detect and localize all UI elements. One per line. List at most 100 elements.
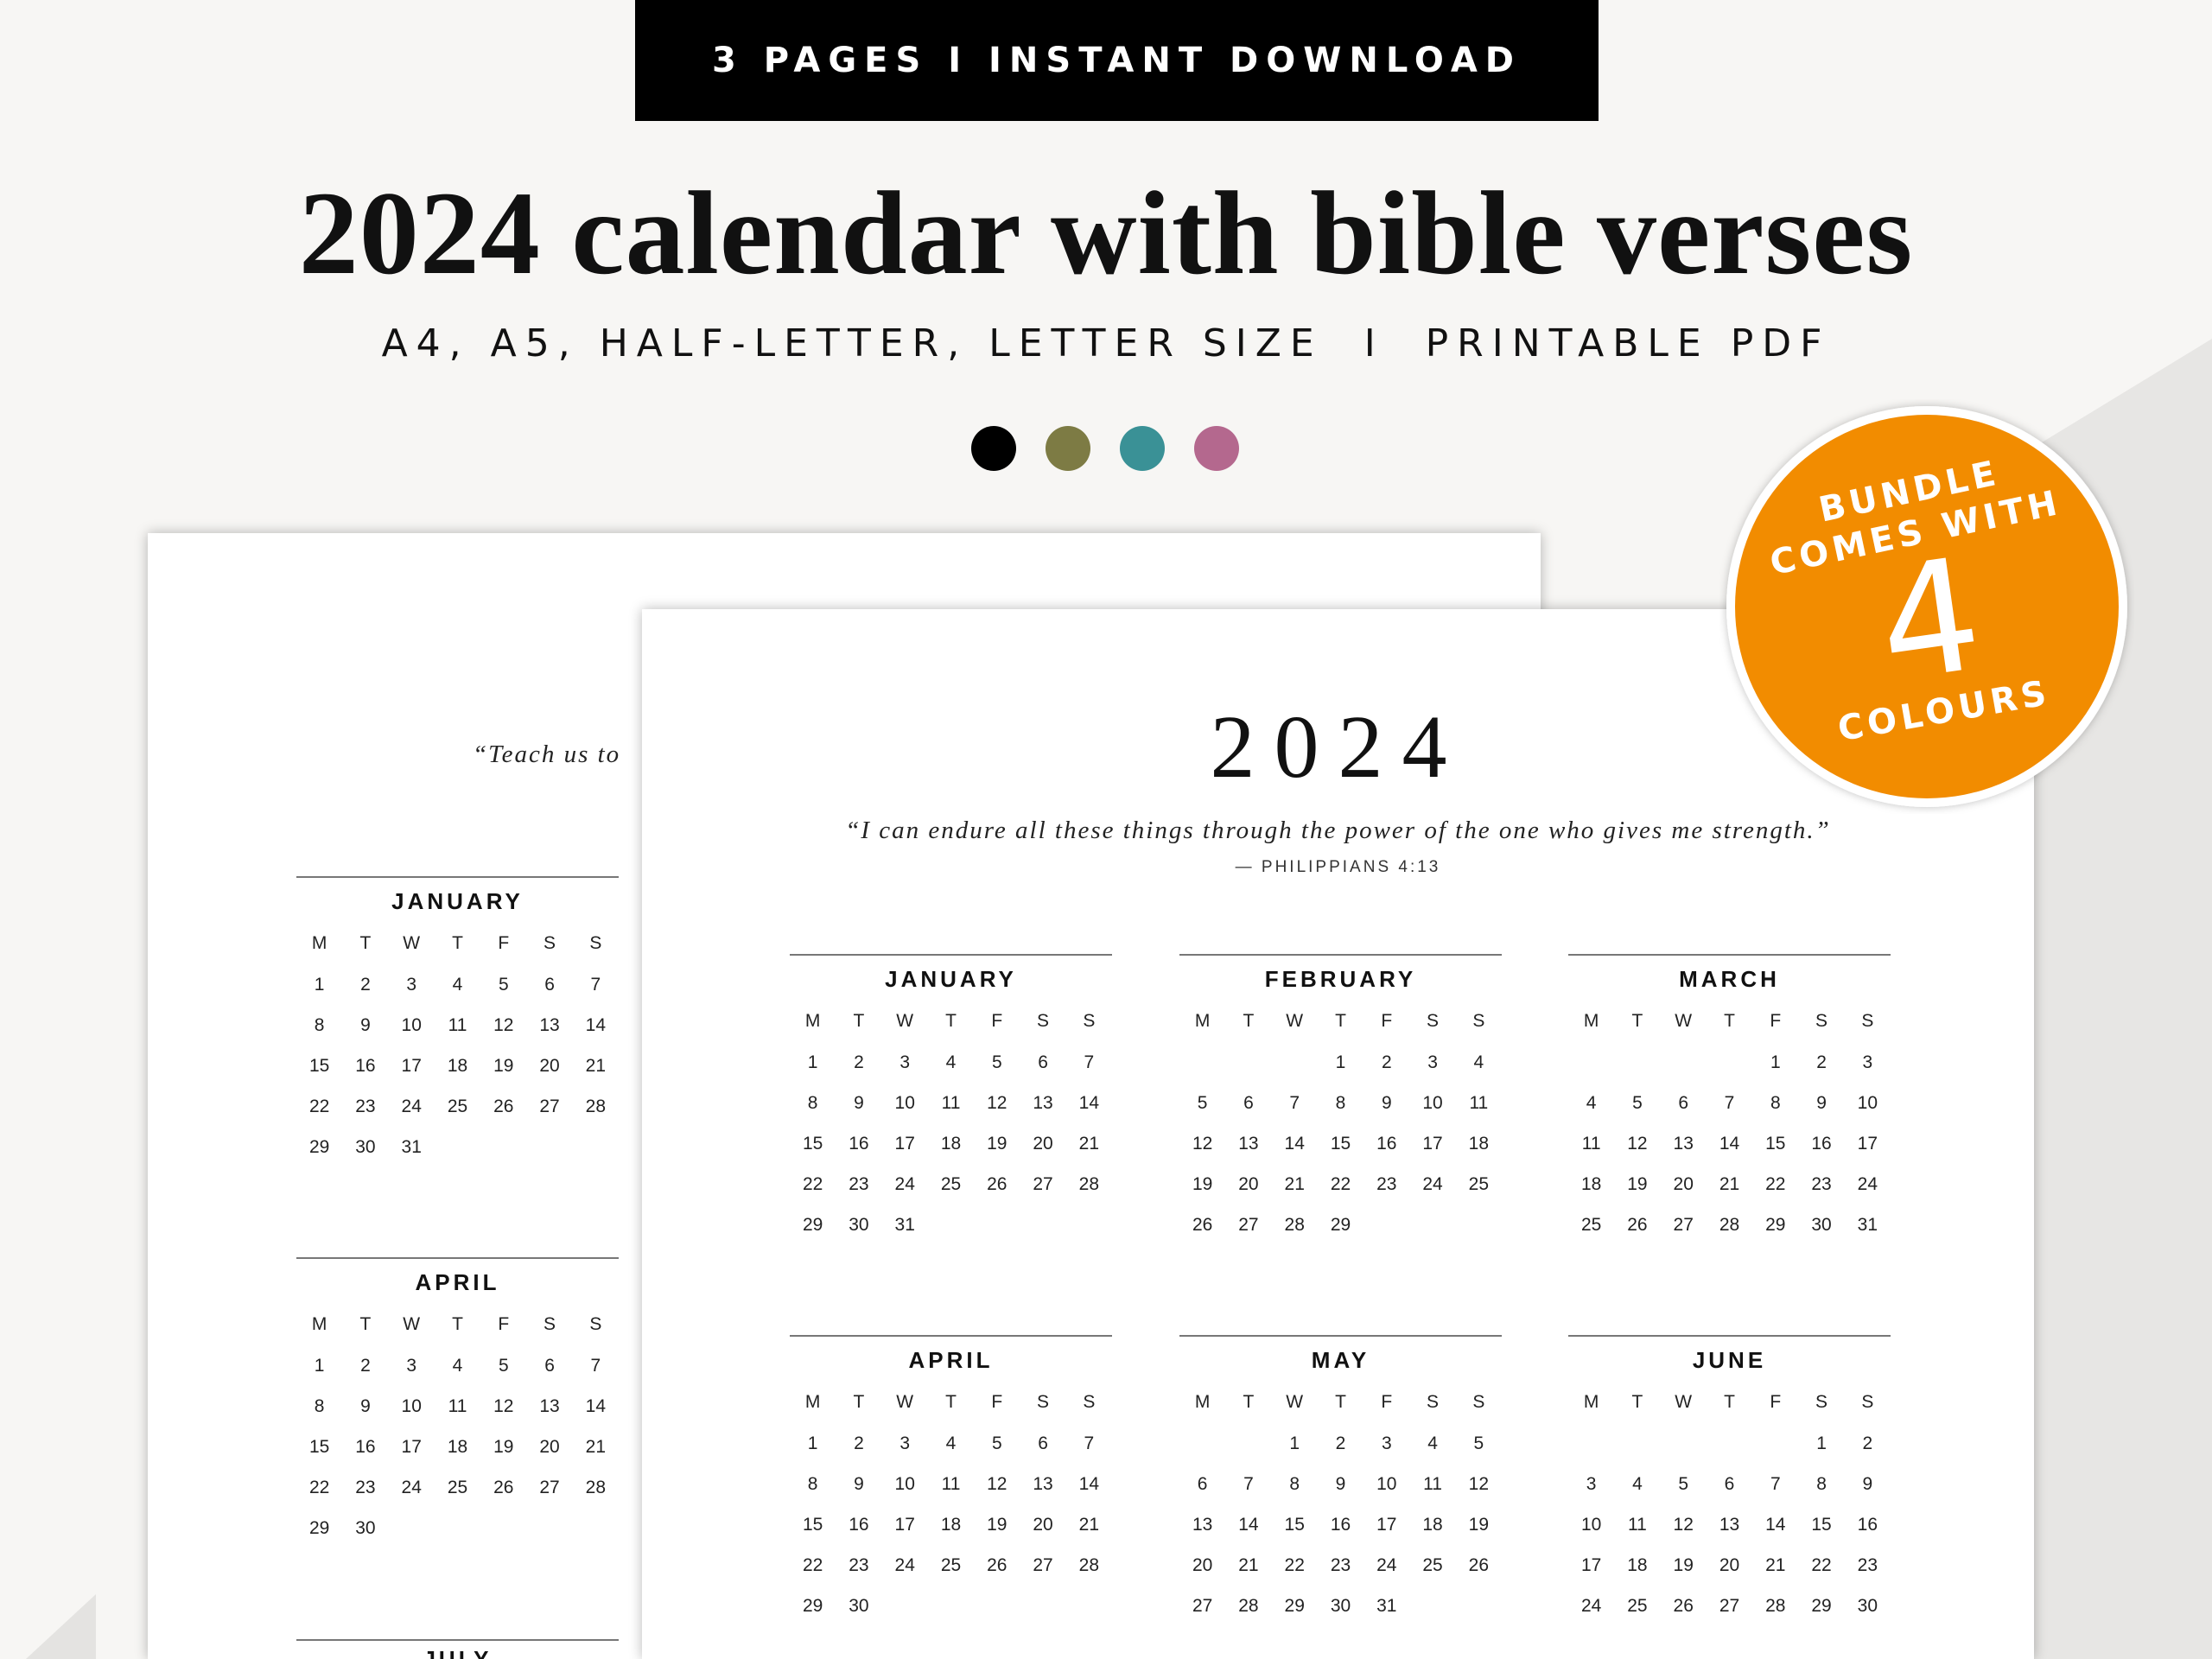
day-cell: 2 <box>1862 1433 1873 1453</box>
day-cell: 15 <box>1284 1515 1305 1535</box>
empty-cell <box>1752 1423 1798 1464</box>
day-cell: 21 <box>585 1437 607 1457</box>
day-cell: 4 <box>1586 1093 1597 1113</box>
weekday-label: F <box>1770 1011 1782 1031</box>
day-cell: 21 <box>1238 1555 1259 1575</box>
day-cell: 4 <box>1427 1433 1438 1453</box>
day-cell: 6 <box>1678 1093 1689 1113</box>
day-cell: 15 <box>1811 1515 1832 1535</box>
day-cell: 5 <box>498 1356 509 1376</box>
weekday-label: M <box>1194 1392 1211 1412</box>
weekday-label: T <box>1335 1392 1346 1412</box>
day-cell: 1 <box>807 1052 818 1072</box>
day-cell: 20 <box>539 1437 560 1457</box>
empty-cell <box>1614 1042 1660 1083</box>
weekday-label: W <box>896 1392 914 1412</box>
day-cell: 13 <box>539 1396 560 1416</box>
day-cell: 21 <box>1284 1174 1305 1194</box>
day-cell: 6 <box>544 975 555 995</box>
day-cell: 29 <box>308 1137 330 1157</box>
colour-swatch-black[interactable] <box>971 426 1016 471</box>
day-cell: 19 <box>1468 1515 1490 1535</box>
day-cell: 31 <box>401 1137 422 1157</box>
day-cell: 22 <box>1811 1555 1832 1575</box>
day-cell: 2 <box>1816 1052 1827 1072</box>
day-cell: 11 <box>448 1015 467 1035</box>
day-cell: 10 <box>1857 1093 1878 1113</box>
day-cell: 11 <box>941 1093 961 1113</box>
weekday-label: S <box>1815 1011 1828 1031</box>
colour-swatch-teal[interactable] <box>1120 426 1165 471</box>
day-cell: 16 <box>1376 1134 1397 1154</box>
page-title: 2024 calendar with bible verses <box>298 167 1914 299</box>
day-cell: 13 <box>1033 1474 1053 1494</box>
day-cell: 3 <box>406 1356 417 1376</box>
weekday-label: M <box>1583 1392 1599 1412</box>
day-cell: 1 <box>314 975 325 995</box>
empty-cell <box>1179 1042 1225 1083</box>
day-cell: 23 <box>355 1478 376 1497</box>
day-cell: 20 <box>1033 1515 1053 1535</box>
colour-swatch-olive[interactable] <box>1046 426 1090 471</box>
day-cell: 26 <box>1192 1215 1213 1235</box>
month-block: APRIL M T W T F S S 1 2 3 4 5 6 7 8 9 10 11 12 13 14 15 16 17 18 1… <box>296 1257 619 1548</box>
day-cell: 22 <box>802 1555 823 1575</box>
day-grid: M T W T F S S 1 2 3 4 5 6 7 8 9 10 11 12 13 14 15 16 17 18 19 20 21… <box>1568 1382 1891 1626</box>
day-cell: 22 <box>308 1096 330 1116</box>
day-cell: 7 <box>1724 1093 1735 1113</box>
day-cell: 8 <box>314 1396 325 1416</box>
day-cell: 9 <box>854 1474 864 1494</box>
day-cell: 6 <box>1724 1474 1735 1494</box>
weekday-label: T <box>1243 1392 1255 1412</box>
colour-swatch-pink[interactable] <box>1194 426 1239 471</box>
day-cell: 17 <box>401 1437 422 1457</box>
day-cell: 2 <box>360 975 371 995</box>
back-page-quote: “Teach us to <box>473 741 621 768</box>
day-cell: 22 <box>308 1478 330 1497</box>
day-cell: 1 <box>314 1356 325 1376</box>
day-cell: 10 <box>1580 1515 1602 1535</box>
weekday-label: S <box>1861 1392 1874 1412</box>
weekday-label: F <box>498 1314 510 1334</box>
day-cell: 17 <box>894 1515 915 1535</box>
day-cell: 1 <box>1289 1433 1300 1453</box>
day-cell: 7 <box>590 975 601 995</box>
day-cell: 3 <box>899 1052 911 1072</box>
day-cell: 14 <box>1284 1134 1305 1154</box>
day-cell: 10 <box>401 1396 422 1416</box>
day-cell: 2 <box>1335 1433 1346 1453</box>
day-cell: 22 <box>1765 1174 1786 1194</box>
day-cell: 15 <box>308 1056 330 1076</box>
weekday-label: S <box>1037 1011 1050 1031</box>
day-cell: 9 <box>360 1015 371 1035</box>
day-cell: 28 <box>585 1478 607 1497</box>
day-cell: 7 <box>1770 1474 1781 1494</box>
day-cell: 29 <box>802 1596 823 1616</box>
month-block: JUNE M T W T F S S 1 2 3 4 5 6 7 8 9 10 11 12 13 14 15 16 17 18 19… <box>1568 1335 1891 1626</box>
day-cell: 17 <box>1580 1555 1602 1575</box>
month-name: JANUARY <box>885 966 1017 992</box>
day-cell: 24 <box>894 1555 915 1575</box>
day-cell: 20 <box>1719 1555 1740 1575</box>
empty-cell <box>1179 1423 1225 1464</box>
day-cell: 8 <box>807 1474 818 1494</box>
day-cell: 9 <box>360 1396 371 1416</box>
day-cell: 20 <box>1238 1174 1259 1194</box>
day-cell: 23 <box>1330 1555 1351 1575</box>
day-cell: 27 <box>1238 1215 1259 1235</box>
day-cell: 26 <box>987 1555 1007 1575</box>
weekday-label: T <box>1243 1011 1255 1031</box>
weekday-label: S <box>543 933 556 953</box>
day-cell: 27 <box>539 1478 560 1497</box>
empty-cell <box>1225 1423 1271 1464</box>
day-cell: 12 <box>1673 1515 1694 1535</box>
day-cell: 31 <box>1857 1215 1878 1235</box>
day-cell: 3 <box>1427 1052 1438 1072</box>
empty-cell <box>1272 1042 1318 1083</box>
day-cell: 16 <box>1330 1515 1351 1535</box>
day-cell: 22 <box>1284 1555 1305 1575</box>
weekday-label: W <box>896 1011 914 1031</box>
day-cell: 5 <box>498 975 509 995</box>
month-name: FEBRUARY <box>1264 966 1417 992</box>
day-cell: 18 <box>940 1515 962 1535</box>
